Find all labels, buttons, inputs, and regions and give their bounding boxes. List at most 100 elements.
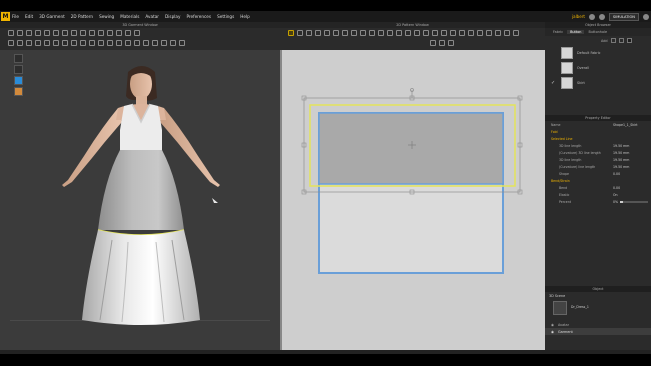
show-garment-icon[interactable] — [143, 40, 149, 46]
prop-section-fold[interactable]: Fold — [545, 128, 651, 135]
show-seams-icon[interactable] — [107, 40, 113, 46]
light-icon[interactable] — [179, 40, 185, 46]
select-mesh-icon[interactable] — [26, 30, 32, 36]
scene-section[interactable]: 3D Scene — [545, 292, 651, 299]
simulation-mode-button[interactable]: SIMULATION — [608, 12, 639, 21]
eye-icon[interactable]: ◉ — [551, 330, 554, 334]
3d-garment-viewport[interactable] — [0, 50, 280, 350]
dart-tool-icon[interactable] — [378, 30, 384, 36]
prop-row[interactable]: Bend 0.00 — [545, 184, 651, 191]
show-pins-icon[interactable] — [98, 40, 104, 46]
search-input[interactable] — [626, 38, 632, 43]
settings-icon[interactable] — [588, 13, 595, 20]
transform-pattern-icon[interactable] — [288, 30, 294, 36]
percent-slider[interactable] — [620, 200, 649, 203]
menu-file[interactable]: File — [12, 14, 19, 19]
fabric-item[interactable]: Overall — [545, 60, 651, 75]
trace-icon[interactable] — [414, 30, 420, 36]
pressure-map-icon[interactable] — [71, 40, 77, 46]
elastic-icon[interactable] — [450, 30, 456, 36]
measure-tool-icon[interactable] — [62, 30, 68, 36]
edit-sewing-icon[interactable] — [405, 30, 411, 36]
fabric-item[interactable]: Default Fabric — [545, 45, 651, 60]
upper-skirt-pattern-piece[interactable] — [318, 112, 504, 185]
free-sewing-icon[interactable] — [396, 30, 402, 36]
arrange-tool-icon[interactable] — [80, 30, 86, 36]
menu-3d-garment[interactable]: 3D Garment — [39, 14, 65, 19]
menu-materials[interactable]: Materials — [120, 14, 139, 19]
notch-icon[interactable] — [468, 30, 474, 36]
pleat-icon[interactable] — [432, 30, 438, 36]
thickness-icon[interactable] — [89, 40, 95, 46]
prop-value[interactable]: On — [613, 193, 618, 197]
select-tool-icon[interactable] — [8, 30, 14, 36]
prop-value[interactable]: 0.00 — [613, 172, 620, 176]
help-icon[interactable] — [598, 13, 605, 20]
circle-tool-icon[interactable] — [342, 30, 348, 36]
prop-value[interactable]: 19.50 mm — [613, 144, 629, 148]
menu-2d-pattern[interactable]: 2D Pattern — [71, 14, 93, 19]
avatar-with-dress[interactable] — [0, 50, 280, 350]
prop-row-name[interactable]: Name Shape1_1_Skirt — [545, 121, 651, 128]
avatar-pose-icon[interactable] — [17, 40, 23, 46]
show-avatar-icon[interactable] — [134, 40, 140, 46]
brush-tool-icon[interactable] — [71, 30, 77, 36]
background-icon[interactable] — [170, 40, 176, 46]
topstitch-tool-icon[interactable] — [116, 30, 122, 36]
wireframe-icon[interactable] — [44, 40, 50, 46]
shading-icon[interactable] — [35, 40, 41, 46]
menu-preferences[interactable]: Preferences — [186, 14, 211, 19]
prop-value[interactable]: 0% — [613, 200, 618, 204]
internal-circle-icon[interactable] — [369, 30, 375, 36]
prop-row[interactable]: (Curvature) 3D line length 19.50 mm — [545, 149, 651, 156]
prop-row[interactable]: Shape 0.00 — [545, 170, 651, 177]
graphic-2d-icon[interactable] — [495, 30, 501, 36]
internal-polygon-icon[interactable] — [351, 30, 357, 36]
tab-button[interactable]: Button — [567, 30, 585, 34]
layer-garment[interactable]: ◉ Garment — [545, 328, 651, 335]
edit-texture-icon[interactable] — [504, 30, 510, 36]
grading-icon[interactable] — [459, 30, 465, 36]
snap-icon[interactable] — [439, 40, 445, 46]
prop-value[interactable]: Shape1_1_Skirt — [613, 123, 638, 127]
tack-tool-icon[interactable] — [53, 30, 59, 36]
texture-2d-icon[interactable] — [486, 30, 492, 36]
buttonhole-tool-icon[interactable] — [107, 30, 113, 36]
move-tool-icon[interactable] — [17, 30, 23, 36]
texture-tool-icon[interactable] — [134, 30, 140, 36]
prop-section-selected-line[interactable]: Selected Line — [545, 135, 651, 142]
internal-rectangle-icon[interactable] — [360, 30, 366, 36]
menu-avatar[interactable]: Avatar — [145, 14, 159, 19]
2d-pattern-canvas[interactable] — [280, 50, 545, 350]
delete-icon[interactable] — [618, 38, 624, 43]
camera-icon[interactable] — [161, 40, 167, 46]
prop-row[interactable]: Elastic On — [545, 191, 651, 198]
annotation-icon[interactable] — [477, 30, 483, 36]
tab-buttonhole[interactable]: Buttonhole — [588, 30, 607, 34]
add-fabric-button[interactable]: Add — [601, 39, 608, 43]
menu-settings[interactable]: Settings — [217, 14, 234, 19]
show-baseline-icon[interactable] — [125, 40, 131, 46]
eye-icon[interactable]: ◉ — [551, 323, 554, 327]
screenshot-icon[interactable] — [152, 40, 158, 46]
particle-distance-icon[interactable] — [80, 40, 86, 46]
prop-value[interactable]: 19.50 mm — [613, 165, 629, 169]
prop-value[interactable]: 19.50 mm — [613, 151, 629, 155]
polygon-tool-icon[interactable] — [324, 30, 330, 36]
prop-row[interactable]: 3D line length 19.50 mm — [545, 142, 651, 149]
rectangle-tool-icon[interactable] — [333, 30, 339, 36]
edit-curvature-icon[interactable] — [306, 30, 312, 36]
avatar-measure-icon[interactable] — [8, 40, 14, 46]
window-controls-icon[interactable] — [643, 13, 649, 20]
graphic-tool-icon[interactable] — [125, 30, 131, 36]
prop-value[interactable]: 19.50 mm — [613, 158, 629, 162]
edit-pattern-icon[interactable] — [297, 30, 303, 36]
scene-item[interactable]: Dr_Dress_1 — [545, 299, 651, 315]
strain-map-icon[interactable] — [53, 40, 59, 46]
fabric-item[interactable]: ✓ Skirt — [545, 75, 651, 90]
print-icon[interactable] — [513, 30, 519, 36]
menu-sewing[interactable]: Sewing — [99, 14, 114, 19]
prop-row[interactable]: (Curvature) line length 19.50 mm — [545, 163, 651, 170]
layer-avatar[interactable]: ◉ Avatar — [545, 321, 651, 328]
prop-row-percent[interactable]: Percent 0% — [545, 198, 651, 205]
